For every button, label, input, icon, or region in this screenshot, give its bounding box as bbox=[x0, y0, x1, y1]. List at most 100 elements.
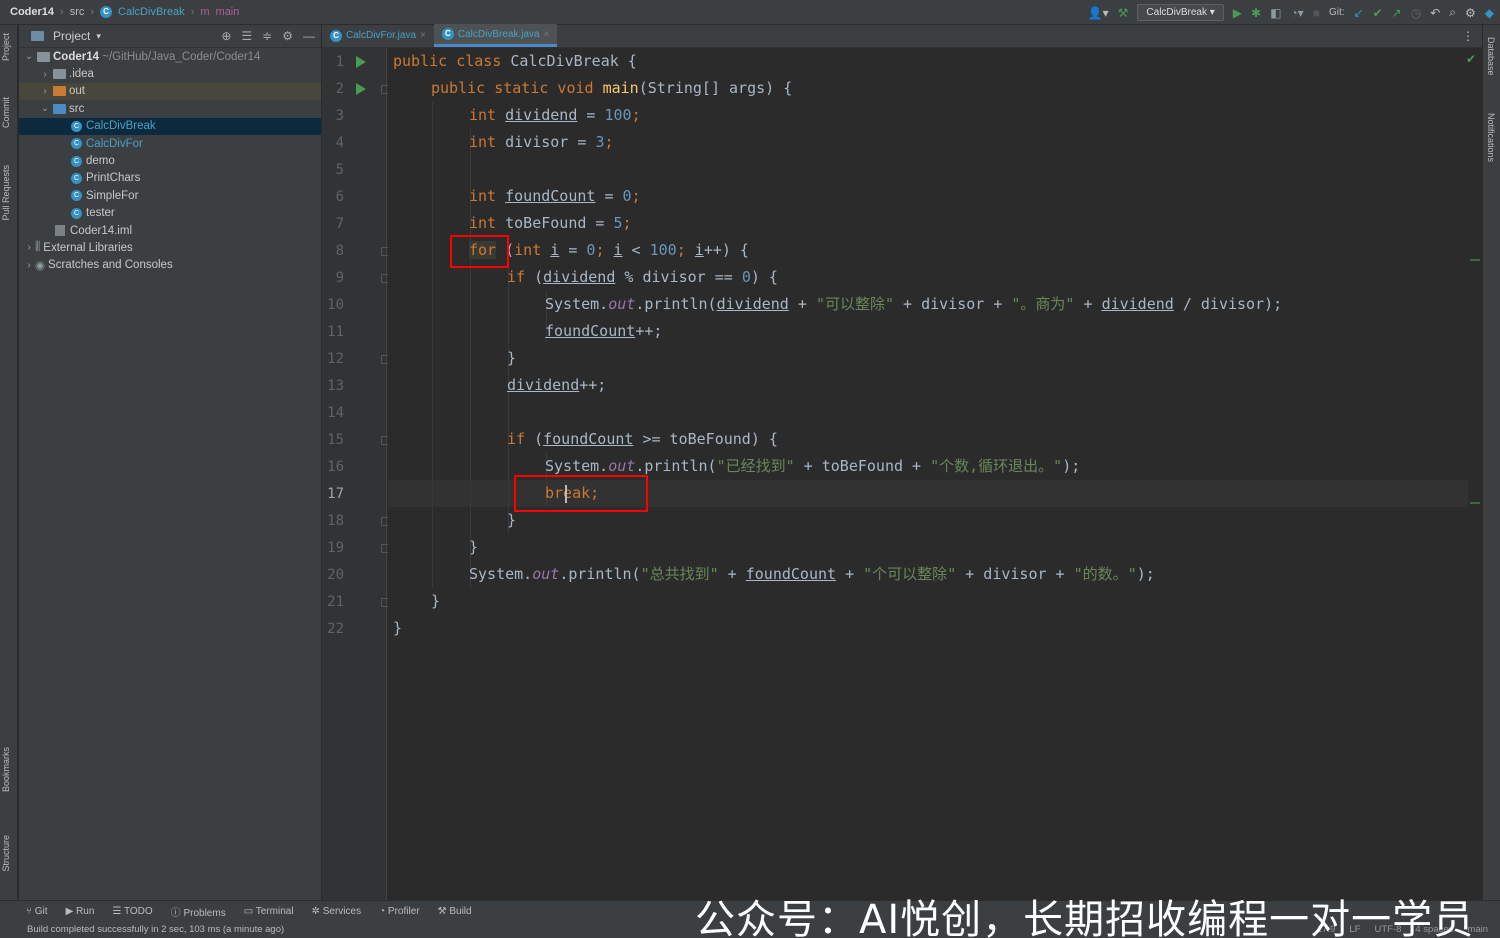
code-line-12: } bbox=[507, 345, 516, 372]
inspection-ok-icon[interactable]: ✔ bbox=[1466, 52, 1476, 66]
gear-icon[interactable]: ⚙ bbox=[282, 29, 293, 43]
tree-item-external-libraries[interactable]: › ⫼ External Libraries bbox=[19, 239, 321, 256]
code-token: = bbox=[559, 241, 587, 259]
tool-todo[interactable]: ☰ TODO bbox=[112, 906, 152, 917]
code-token: dividend bbox=[543, 268, 616, 286]
breadcrumb-method[interactable]: main bbox=[216, 6, 240, 18]
code-token: int bbox=[469, 133, 506, 151]
line-number: 8 bbox=[335, 243, 344, 259]
run-class-icon[interactable] bbox=[356, 56, 366, 68]
breadcrumb-folder[interactable]: src bbox=[70, 6, 85, 18]
coverage-icon[interactable]: ◧ bbox=[1270, 6, 1281, 20]
tool-git[interactable]: ⑂ Git bbox=[26, 906, 48, 917]
project-panel-title[interactable]: Project bbox=[53, 29, 90, 43]
tree-item-demo[interactable]: C demo bbox=[19, 152, 321, 169]
git-commit-icon[interactable]: ✔ bbox=[1373, 6, 1383, 20]
tool-terminal[interactable]: ▭ Terminal bbox=[244, 906, 294, 917]
java-class-icon: C bbox=[71, 207, 82, 219]
debug-icon[interactable]: ✱ bbox=[1251, 6, 1261, 20]
indent-guide bbox=[508, 264, 509, 534]
line-number: 6 bbox=[335, 189, 344, 205]
git-push-icon[interactable]: ↗ bbox=[1392, 6, 1402, 20]
database-tool-tab[interactable]: Database bbox=[1486, 37, 1496, 76]
tree-item-calcdivfor[interactable]: C CalcDivFor bbox=[19, 135, 321, 152]
tool-build[interactable]: ⚒ Build bbox=[438, 906, 472, 917]
structure-tool-tab[interactable]: Structure bbox=[1, 835, 11, 872]
tree-item-calcdivbreak[interactable]: C CalcDivBreak bbox=[19, 117, 321, 135]
close-icon[interactable]: × bbox=[420, 30, 426, 41]
chevron-right-icon[interactable]: › bbox=[39, 86, 51, 97]
code-line-8: for (int i = 0; i < 100; i++) { bbox=[469, 237, 749, 264]
chevron-down-icon[interactable]: ⌄ bbox=[39, 103, 51, 114]
build-hammer-icon[interactable]: ⚒ bbox=[1118, 6, 1129, 20]
tree-item-idea[interactable]: › .idea bbox=[19, 65, 321, 82]
collapse-all-icon[interactable]: ≑ bbox=[262, 29, 272, 43]
tool-profiler[interactable]: ◔ Profiler bbox=[379, 906, 420, 917]
code-token: 0 bbox=[622, 187, 632, 205]
rollback-icon[interactable]: ↶ bbox=[1430, 6, 1440, 20]
highlight-box-break bbox=[514, 475, 648, 512]
hide-icon[interactable]: — bbox=[303, 29, 315, 43]
code-token: main bbox=[602, 79, 639, 97]
line-number: 14 bbox=[327, 405, 344, 421]
java-class-icon: C bbox=[330, 29, 342, 42]
line-number: 11 bbox=[327, 324, 344, 340]
tree-item-iml[interactable]: Coder14.iml bbox=[19, 222, 321, 239]
toolbox-icon[interactable]: ◆ bbox=[1485, 6, 1494, 20]
tree-item-src[interactable]: ⌄ src bbox=[19, 100, 321, 117]
search-icon[interactable]: ⌕ bbox=[1449, 5, 1456, 20]
chevron-down-icon[interactable]: ▾ bbox=[96, 31, 101, 42]
commit-tool-tab[interactable]: Commit bbox=[1, 97, 11, 128]
chevron-right-icon[interactable]: › bbox=[23, 242, 35, 253]
locate-icon[interactable]: ⊕ bbox=[221, 29, 231, 43]
code-token: ; bbox=[622, 214, 632, 232]
breadcrumb-separator: › bbox=[190, 6, 195, 18]
tool-problems[interactable]: ⓘ Problems bbox=[171, 904, 226, 919]
user-icon[interactable]: 👤▾ bbox=[1088, 6, 1109, 20]
profile-icon[interactable]: ◔▾ bbox=[1290, 6, 1303, 20]
status-message[interactable]: Build completed successfully in 2 sec, 1… bbox=[27, 924, 284, 935]
tree-item-root[interactable]: ⌄ Coder14 ~/GitHub/Java_Coder/Coder14 bbox=[19, 48, 321, 65]
breadcrumb: Coder14 › src › C CalcDivBreak › m main bbox=[0, 6, 239, 18]
tree-item-out[interactable]: › out bbox=[19, 82, 321, 101]
run-icon[interactable]: ▶ bbox=[1233, 6, 1242, 20]
chevron-down-icon[interactable]: ⌄ bbox=[23, 51, 35, 62]
code-token: = bbox=[595, 187, 623, 205]
tab-calcdivfor[interactable]: C CalcDivFor.java × bbox=[322, 24, 434, 47]
line-number: 10 bbox=[327, 297, 344, 313]
breadcrumb-project[interactable]: Coder14 bbox=[10, 6, 54, 18]
code-line-3: int dividend = 100; bbox=[469, 102, 641, 129]
tree-item-label: Scratches and Consoles bbox=[48, 259, 173, 272]
project-tool-tab[interactable]: Project bbox=[1, 33, 11, 61]
code-token: / divisor); bbox=[1173, 295, 1283, 313]
pull-requests-tool-tab[interactable]: Pull Requests bbox=[1, 165, 11, 221]
stop-icon[interactable]: ■ bbox=[1313, 6, 1320, 20]
chevron-right-icon[interactable]: › bbox=[39, 69, 51, 80]
error-stripe[interactable] bbox=[1468, 48, 1482, 900]
chevron-right-icon[interactable]: › bbox=[23, 260, 35, 271]
line-number: 21 bbox=[327, 594, 344, 610]
tree-item-scratches[interactable]: › ◉ Scratches and Consoles bbox=[19, 257, 321, 274]
settings-gear-icon[interactable]: ⚙ bbox=[1465, 6, 1476, 20]
run-main-icon[interactable] bbox=[356, 83, 366, 95]
tool-services[interactable]: ✲ Services bbox=[312, 906, 362, 917]
git-update-icon[interactable]: ↙ bbox=[1354, 6, 1364, 20]
more-options-icon[interactable]: ⋮ bbox=[1462, 29, 1474, 43]
history-icon[interactable]: ◷ bbox=[1411, 6, 1421, 20]
line-number: 15 bbox=[327, 432, 344, 448]
close-icon[interactable]: × bbox=[544, 29, 550, 40]
code-token: + toBeFound + bbox=[794, 457, 931, 475]
code-token: .println( bbox=[635, 457, 717, 475]
tree-item-simplefor[interactable]: C SimpleFor bbox=[19, 187, 321, 204]
notifications-tool-tab[interactable]: Notifications bbox=[1486, 113, 1496, 162]
tool-run[interactable]: ▶ Run bbox=[66, 906, 95, 917]
tree-item-printchars[interactable]: C PrintChars bbox=[19, 170, 321, 187]
folder-icon bbox=[53, 69, 66, 80]
tab-calcdivbreak[interactable]: C CalcDivBreak.java × bbox=[433, 24, 558, 47]
tree-item-tester[interactable]: C tester bbox=[19, 205, 321, 222]
bookmarks-tool-tab[interactable]: Bookmarks bbox=[1, 747, 11, 792]
run-configuration-select[interactable]: CalcDivBreak ▾ bbox=[1137, 4, 1224, 21]
expand-all-icon[interactable]: ☰ bbox=[241, 29, 252, 43]
breadcrumb-class[interactable]: CalcDivBreak bbox=[118, 6, 185, 18]
code-editor[interactable]: public class CalcDivBreak { public stati… bbox=[388, 48, 1482, 900]
